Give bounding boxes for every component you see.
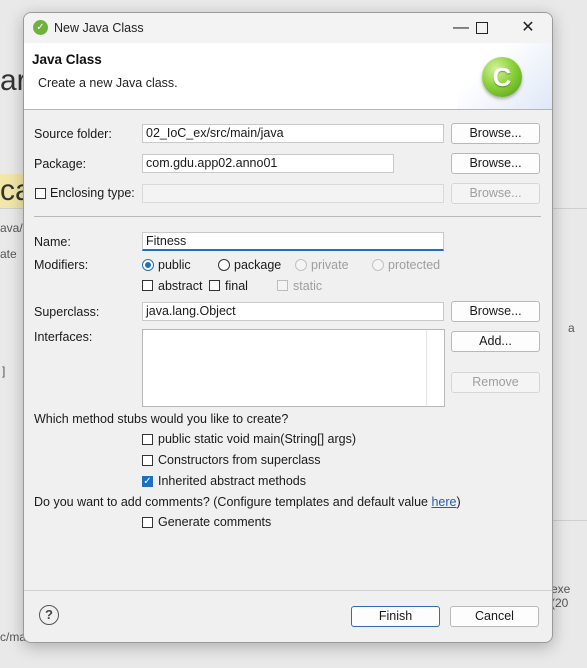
configure-templates-link[interactable]: here [431,495,456,509]
package-label: Package: [34,157,87,171]
enclosing-type-input[interactable] [142,184,444,203]
modifier-public-radio[interactable] [142,259,154,271]
modifier-package-label: package [234,258,282,272]
source-folder-input[interactable]: 02_IoC_ex/src/main/java [142,124,444,143]
modifier-protected-radio[interactable] [372,259,384,271]
enclosing-type-browse-button[interactable]: Browse... [451,183,540,204]
stub-inherited-checkbox[interactable]: ✓ [142,476,153,487]
enclosing-type-label: Enclosing type: [50,186,135,200]
generate-comments-label: Generate comments [158,515,272,529]
close-button[interactable]: ✕ [515,18,541,38]
java-class-icon: C [482,57,522,97]
background-text-ate: ate [0,247,17,261]
modifier-private-radio[interactable] [295,259,307,271]
stub-constructors-checkbox[interactable] [142,455,153,466]
modifiers-label: Modifiers: [34,258,89,272]
comments-question-text: Do you want to add comments? (Configure … [34,495,432,509]
name-input[interactable]: Fitness [142,232,444,251]
remove-interface-button[interactable]: Remove [451,372,540,393]
enclosing-type-checkbox[interactable] [35,188,46,199]
new-java-class-dialog: ✓ New Java Class — ✕ Java Class Create a… [23,12,553,643]
interfaces-list[interactable] [142,329,445,407]
comments-question: Do you want to add comments? (Configure … [34,495,461,509]
source-folder-label: Source folder: [34,127,112,141]
background-divider [551,520,587,521]
title-bar: ✓ New Java Class — ✕ [24,13,552,43]
stub-constructors-label: Constructors from superclass [158,453,321,467]
modifier-static-checkbox[interactable] [277,280,288,291]
wizard-header: Java Class Create a new Java class. C [24,43,552,110]
interfaces-label: Interfaces: [34,330,93,344]
maximize-icon [476,22,488,34]
cancel-button[interactable]: Cancel [450,606,539,627]
eclipse-spring-icon: ✓ [33,20,48,35]
separator [34,216,541,217]
generate-comments-checkbox[interactable] [142,517,153,528]
maximize-button[interactable] [469,18,495,38]
modifier-final-checkbox[interactable] [209,280,220,291]
modifier-static-label: static [293,279,323,293]
package-browse-button[interactable]: Browse... [451,153,540,174]
package-input[interactable]: com.gdu.app02.anno01 [142,154,394,173]
modifier-package-radio[interactable] [218,259,230,271]
comments-question-end: ) [456,495,461,509]
modifier-public-label: public [158,258,191,272]
wizard-description: Create a new Java class. [38,76,178,90]
help-icon[interactable]: ? [39,605,59,625]
add-interface-button[interactable]: Add... [451,331,540,352]
interfaces-scrollbar[interactable] [426,330,444,406]
modifier-abstract-label: abstract [158,279,203,293]
footer-separator [24,590,552,591]
superclass-browse-button[interactable]: Browse... [451,301,540,322]
modifier-abstract-checkbox[interactable] [142,280,153,291]
modifier-protected-label: protected [388,258,441,272]
superclass-label: Superclass: [34,305,100,319]
modifier-private-label: private [311,258,349,272]
window-title: New Java Class [54,21,144,35]
name-label: Name: [34,235,71,249]
background-text-a: a [568,321,575,335]
source-folder-browse-button[interactable]: Browse... [451,123,540,144]
method-stubs-question: Which method stubs would you like to cre… [34,412,289,426]
background-text-exe: exe (20 [551,582,571,610]
superclass-input[interactable]: java.lang.Object [142,302,444,321]
finish-button[interactable]: Finish [351,606,440,627]
wizard-banner: C [457,43,552,109]
background-text-bracket: ] [2,364,6,378]
wizard-title: Java Class [32,52,102,67]
stub-main-checkbox[interactable] [142,434,153,445]
stub-main-label: public static void main(String[] args) [158,432,356,446]
modifier-final-label: final [225,279,248,293]
stub-inherited-label: Inherited abstract methods [158,474,306,488]
